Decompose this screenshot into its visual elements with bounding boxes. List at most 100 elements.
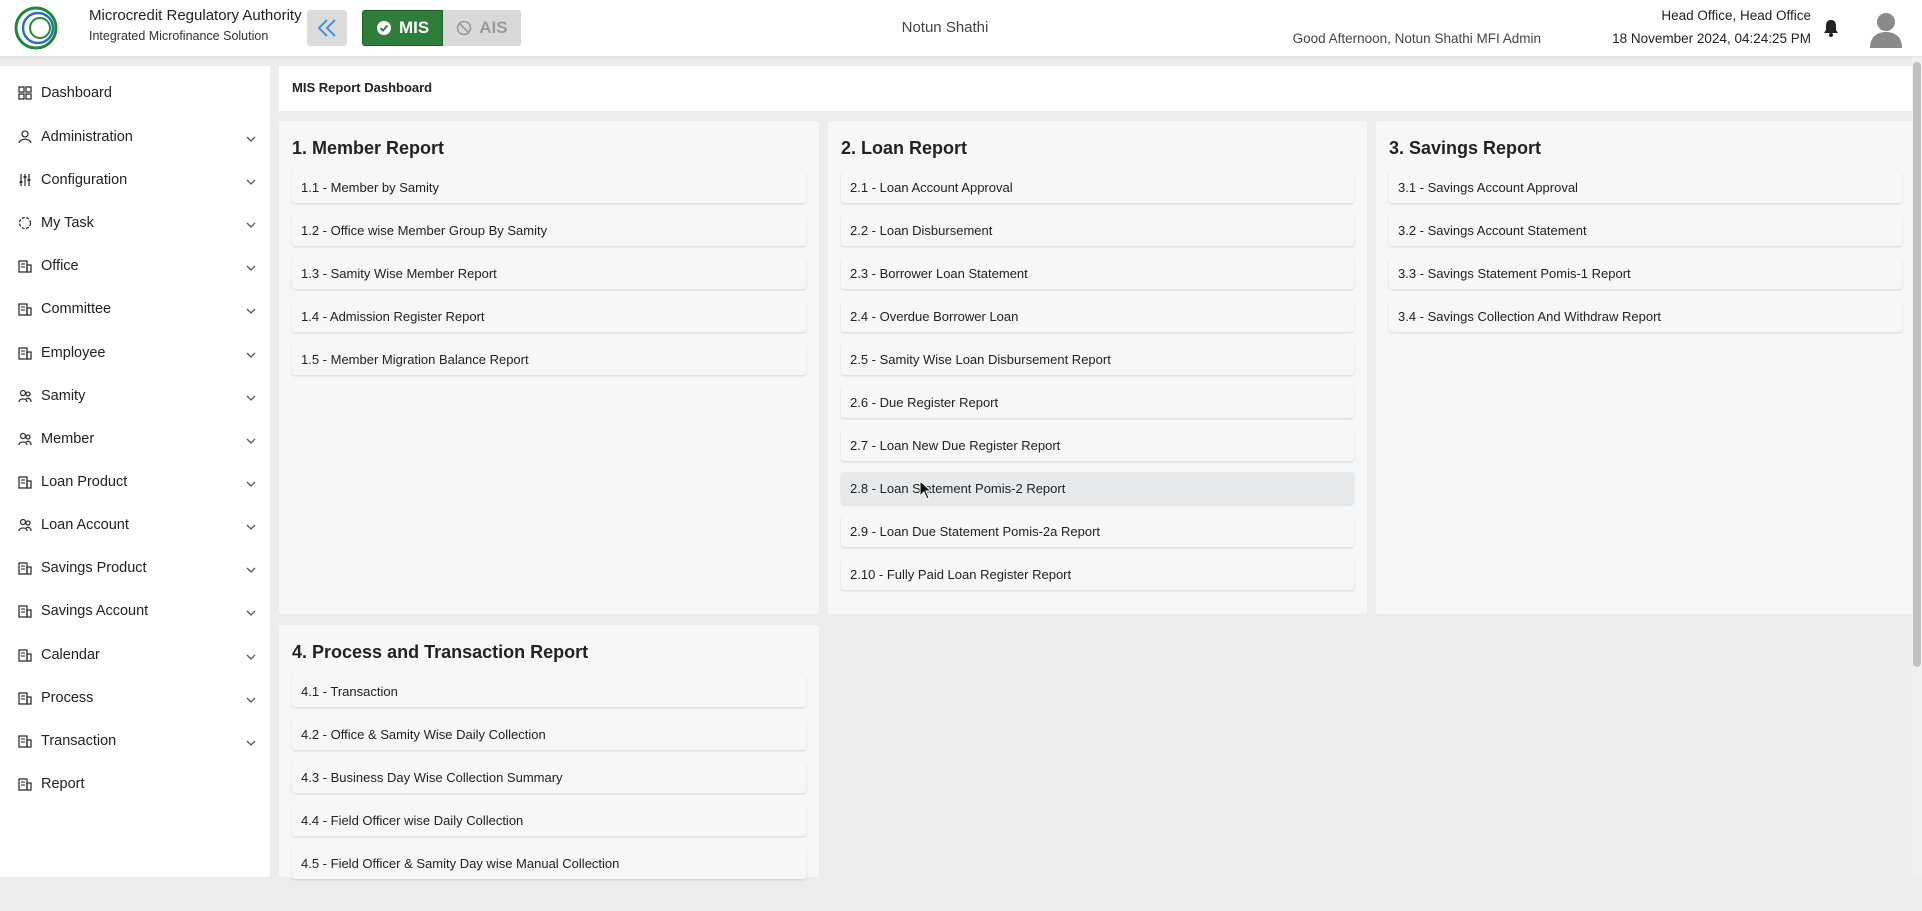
- report-link[interactable]: 2.6 - Due Register Report: [841, 386, 1354, 418]
- chevron-down-icon: [246, 348, 256, 358]
- office-icon: [18, 259, 32, 273]
- report-link[interactable]: 2.1 - Loan Account Approval: [841, 171, 1354, 203]
- task-icon: [18, 216, 32, 230]
- sidebar-item-calendar[interactable]: Calendar: [0, 637, 270, 673]
- user-greeting: Good Afternoon, Notun Shathi MFI Admin: [1292, 31, 1541, 46]
- report-link[interactable]: 1.1 - Member by Samity: [292, 171, 806, 203]
- sidebar-item-label: My Task: [41, 215, 94, 231]
- report-link[interactable]: 4.2 - Office & Samity Wise Daily Collect…: [292, 718, 806, 750]
- sidebar-item-loan-account[interactable]: Loan Account: [0, 507, 270, 543]
- report-link[interactable]: 3.4 - Savings Collection And Withdraw Re…: [1389, 300, 1902, 332]
- chevron-down-icon: [246, 132, 256, 142]
- report-link[interactable]: 2.9 - Loan Due Statement Pomis-2a Report: [841, 515, 1354, 547]
- chevron-down-icon: [246, 563, 256, 573]
- sidebar-item-my-task[interactable]: My Task: [0, 205, 270, 241]
- sidebar-item-label: Samity: [41, 388, 86, 404]
- mode-switch: MIS AIS: [362, 10, 521, 46]
- chevron-down-icon: [246, 261, 256, 271]
- chevron-down-icon: [246, 304, 256, 314]
- report-link[interactable]: 1.5 - Member Migration Balance Report: [292, 343, 806, 375]
- sidebar-item-committee[interactable]: Committee: [0, 291, 270, 327]
- sidebar-item-label: Loan Account: [41, 517, 129, 533]
- savings-report-card: 3. Savings Report 3.1 - Savings Account A…: [1376, 121, 1915, 614]
- sidebar-item-samity[interactable]: Samity: [0, 378, 270, 414]
- sidebar-item-label: Report: [41, 776, 85, 792]
- sidebar-item-report[interactable]: Report: [0, 766, 270, 802]
- report-link[interactable]: 2.8 - Loan Statement Pomis-2 Report: [841, 472, 1354, 504]
- mra-logo[interactable]: [14, 4, 78, 52]
- transaction-icon: [18, 734, 32, 748]
- committee-icon: [18, 302, 32, 316]
- current-datetime: 18 November 2024, 04:24:25 PM: [1612, 31, 1811, 46]
- report-link[interactable]: 2.3 - Borrower Loan Statement: [841, 257, 1354, 289]
- calendar-icon: [18, 648, 32, 662]
- mis-mode-button[interactable]: MIS: [362, 10, 444, 46]
- section-title: 1. Member Report: [292, 138, 445, 158]
- sidebar-item-configuration[interactable]: Configuration: [0, 162, 270, 198]
- report-link[interactable]: 1.3 - Samity Wise Member Report: [292, 257, 806, 289]
- sidebar-item-administration[interactable]: Administration: [0, 119, 270, 155]
- process-icon: [18, 691, 32, 705]
- sidebar-item-member[interactable]: Member: [0, 421, 270, 457]
- ais-label: AIS: [479, 18, 508, 37]
- chevron-down-icon: [246, 736, 256, 746]
- sidebar-item-process[interactable]: Process: [0, 680, 270, 716]
- ais-mode-button[interactable]: AIS: [443, 10, 521, 46]
- loan-account-icon: [18, 518, 32, 532]
- scrollbar-thumb[interactable]: [1913, 62, 1921, 667]
- office-label: Head Office, Head Office: [1661, 8, 1811, 23]
- sidebar-item-label: Process: [41, 690, 94, 706]
- user-avatar[interactable]: [1868, 10, 1904, 48]
- sidebar-item-dashboard[interactable]: Dashboard: [0, 75, 270, 111]
- report-link[interactable]: 4.5 - Field Officer & Samity Day wise Ma…: [292, 847, 806, 879]
- report-link[interactable]: 2.10 - Fully Paid Loan Register Report: [841, 558, 1354, 590]
- report-link[interactable]: 2.4 - Overdue Borrower Loan: [841, 300, 1354, 332]
- report-link[interactable]: 3.3 - Savings Statement Pomis-1 Report: [1389, 257, 1902, 289]
- dashboard-icon: [18, 86, 32, 100]
- collapse-sidebar-button[interactable]: [307, 10, 347, 46]
- sidebar: Dashboard Administration Configuration My T…: [0, 66, 270, 877]
- samity-icon: [18, 389, 32, 403]
- loan-product-icon: [18, 475, 32, 489]
- report-link[interactable]: 2.7 - Loan New Due Register Report: [841, 429, 1354, 461]
- section-title: 2. Loan Report: [841, 138, 968, 158]
- report-link[interactable]: 2.5 - Samity Wise Loan Disbursement Repo…: [841, 343, 1354, 375]
- mis-label: MIS: [399, 18, 430, 37]
- organization-name: Notun Shathi: [901, 19, 989, 36]
- section-title: 4. Process and Transaction Report: [292, 642, 589, 662]
- sidebar-item-savings-product[interactable]: Savings Product: [0, 550, 270, 586]
- report-link[interactable]: 3.1 - Savings Account Approval: [1389, 171, 1902, 203]
- sidebar-item-label: Office: [41, 258, 79, 274]
- report-link[interactable]: 1.4 - Admission Register Report: [292, 300, 806, 332]
- chevron-down-icon: [246, 693, 256, 703]
- sidebar-item-label: Dashboard: [41, 85, 112, 101]
- process-transaction-report-card: 4. Process and Transaction Report 4.1 - T…: [279, 625, 819, 879]
- chevron-down-icon: [246, 477, 256, 487]
- breadcrumb-bar: MIS Report Dashboard: [279, 66, 1912, 111]
- sidebar-item-label: Configuration: [41, 172, 128, 188]
- mouse-cursor: [919, 479, 933, 500]
- report-link[interactable]: 1.2 - Office wise Member Group By Samity: [292, 214, 806, 246]
- member-report-card: 1. Member Report 1.1 - Member by Samity 1.…: [279, 121, 819, 614]
- report-link[interactable]: 2.2 - Loan Disbursement: [841, 214, 1354, 246]
- sidebar-item-office[interactable]: Office: [0, 248, 270, 284]
- report-link[interactable]: 4.1 - Transaction: [292, 675, 806, 707]
- report-link[interactable]: 4.3 - Business Day Wise Collection Summa…: [292, 761, 806, 793]
- notification-bell-icon[interactable]: [1820, 17, 1842, 39]
- sidebar-item-transaction[interactable]: Transaction: [0, 723, 270, 759]
- chevron-down-icon: [246, 650, 256, 660]
- sidebar-item-label: Savings Product: [41, 560, 147, 576]
- chevron-down-icon: [246, 434, 256, 444]
- sidebar-item-label: Committee: [41, 301, 112, 317]
- report-link[interactable]: 4.4 - Field Officer wise Daily Collectio…: [292, 804, 806, 836]
- sidebar-item-savings-account[interactable]: Savings Account: [0, 593, 270, 629]
- report-link[interactable]: 3.2 - Savings Account Statement: [1389, 214, 1902, 246]
- config-icon: [18, 173, 32, 187]
- chevron-down-icon: [246, 520, 256, 530]
- sidebar-item-label: Member: [41, 431, 95, 447]
- savings-product-icon: [18, 561, 32, 575]
- check-circle-icon: [377, 21, 391, 35]
- sidebar-item-employee[interactable]: Employee: [0, 335, 270, 371]
- loan-report-card: 2. Loan Report 2.1 - Loan Account Approva…: [828, 121, 1367, 614]
- sidebar-item-loan-product[interactable]: Loan Product: [0, 464, 270, 500]
